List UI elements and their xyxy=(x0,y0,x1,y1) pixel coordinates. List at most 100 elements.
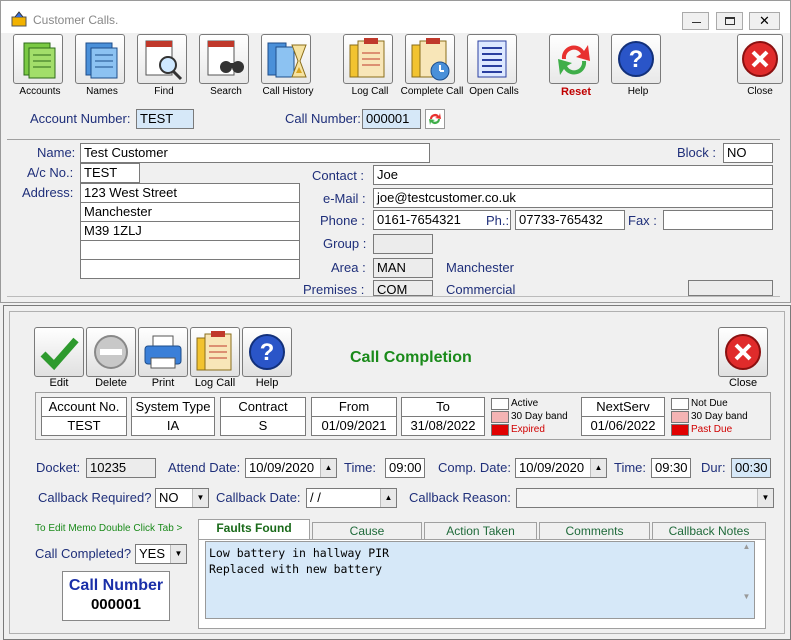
accounts-icon xyxy=(13,34,63,84)
refresh-call-button[interactable] xyxy=(425,109,445,129)
edit-button[interactable] xyxy=(34,327,84,377)
ac-no-field[interactable]: TEST xyxy=(80,163,140,183)
delete-caption: Delete xyxy=(95,377,127,389)
chevron-down-icon[interactable]: ▼ xyxy=(170,545,186,563)
tab-cause[interactable]: Cause xyxy=(312,522,422,540)
block-field[interactable]: NO xyxy=(723,143,773,163)
fax-field[interactable] xyxy=(663,210,773,230)
call-completed-value: YES xyxy=(139,546,166,561)
log-call-button[interactable] xyxy=(190,327,240,377)
call-number-field[interactable]: 000001 xyxy=(362,109,421,129)
docket-field[interactable]: 10235 xyxy=(86,458,156,478)
system-type-header: System Type xyxy=(131,397,215,417)
title-bar: Customer Calls. ✕ xyxy=(1,1,790,33)
group-field[interactable] xyxy=(373,234,433,254)
to-header: To xyxy=(401,397,485,417)
toolbar-label: Reset xyxy=(561,86,591,98)
premises-extra-field[interactable] xyxy=(688,280,773,296)
comp-time-field[interactable]: 09:30 xyxy=(651,458,691,478)
legend-active: Active xyxy=(511,398,539,409)
open-calls-icon xyxy=(467,34,517,84)
premises-name: Commercial xyxy=(446,282,516,297)
toolbar-find-button[interactable]: Find xyxy=(131,34,197,98)
app-icon xyxy=(11,11,27,27)
premises-code-field[interactable]: COM xyxy=(373,280,433,296)
docket-label: Docket: xyxy=(36,460,81,475)
from-header: From xyxy=(311,397,397,417)
close-icon xyxy=(737,34,783,84)
fax-label: Fax : xyxy=(628,213,657,228)
address-line-1[interactable]: 123 West Street xyxy=(80,183,300,203)
block-label: Block : xyxy=(677,145,717,160)
comp-date-field[interactable]: 10/09/2020 ▲ xyxy=(515,458,607,478)
dur-field[interactable]: 00:30 xyxy=(731,458,771,478)
nextserv-legend: Not Due 30 Day band Past Due xyxy=(669,397,759,437)
callback-reason-select[interactable]: ▼ xyxy=(516,488,774,508)
toolbar-label: Call History xyxy=(262,86,314,97)
memo-textarea[interactable]: Low battery in hallway PIR Replaced with… xyxy=(205,541,755,619)
spinner-icon[interactable]: ▲ xyxy=(590,459,606,477)
address-line-3[interactable]: M39 1ZLJ xyxy=(80,221,300,241)
names-icon xyxy=(75,34,125,84)
address-line-2[interactable]: Manchester xyxy=(80,202,300,222)
toolbar-log-call-button[interactable]: Log Call xyxy=(337,34,403,98)
spinner-icon[interactable]: ▲ xyxy=(380,489,396,507)
memo-scrollbar[interactable]: ▲ ▼ xyxy=(739,542,754,618)
toolbar-label: Find xyxy=(154,86,174,97)
tab-callback-notes[interactable]: Callback Notes xyxy=(652,522,766,540)
tab-faults-found[interactable]: Faults Found xyxy=(198,519,310,540)
address-line-5[interactable] xyxy=(80,259,300,279)
toolbar-help-button[interactable]: ? Help xyxy=(605,34,671,98)
restore-button[interactable] xyxy=(716,12,743,30)
attend-date-field[interactable]: 10/09/2020 ▲ xyxy=(245,458,337,478)
address-line-4[interactable] xyxy=(80,240,300,260)
tab-comments[interactable]: Comments xyxy=(539,522,650,540)
delete-button[interactable] xyxy=(86,327,136,377)
reset-icon xyxy=(549,34,599,84)
time-label: Time: xyxy=(344,460,377,475)
contact-field[interactable]: Joe xyxy=(373,165,773,185)
spinner-icon[interactable]: ▲ xyxy=(320,459,336,477)
area-code-field[interactable]: MAN xyxy=(373,258,433,278)
toolbar-close-button[interactable]: Close xyxy=(725,34,791,98)
call-history-icon xyxy=(261,34,311,84)
call-completed-select[interactable]: YES ▼ xyxy=(135,544,187,564)
attend-date-value: 10/09/2020 xyxy=(249,460,315,475)
toolbar-reset-button[interactable]: Reset xyxy=(543,34,609,98)
svg-text:?: ? xyxy=(260,339,275,366)
toolbar-label: Accounts xyxy=(19,86,61,97)
minimize-button[interactable] xyxy=(682,12,709,30)
ac-no-label: A/c No.: xyxy=(27,165,74,180)
toolbar-complete-call-button[interactable]: Complete Call xyxy=(399,34,465,98)
account-no-header: Account No. xyxy=(41,397,127,417)
toolbar-search-button[interactable]: Search xyxy=(193,34,259,98)
attend-time-field[interactable]: 09:00 xyxy=(385,458,425,478)
toolbar-call-history-button[interactable]: Call History xyxy=(255,34,321,98)
chevron-down-icon[interactable]: ▼ xyxy=(757,489,773,507)
chevron-down-icon[interactable]: ▼ xyxy=(192,489,208,507)
ph-field[interactable]: 07733-765432 xyxy=(515,210,625,230)
toolbar-names-button[interactable]: Names xyxy=(69,34,135,98)
callback-date-value: / / xyxy=(310,490,321,505)
from-value: 01/09/2021 xyxy=(311,416,397,436)
callback-required-select[interactable]: NO ▼ xyxy=(155,488,209,508)
memo-hint: To Edit Memo Double Click Tab > xyxy=(35,523,183,534)
name-field[interactable]: Test Customer xyxy=(80,143,430,163)
email-field[interactable]: joe@testcustomer.co.uk xyxy=(373,188,773,208)
call-number-value: 000001 xyxy=(90,596,142,613)
toolbar-open-calls-button[interactable]: Open Calls xyxy=(461,34,527,98)
print-button[interactable] xyxy=(138,327,188,377)
toolbar-accounts-button[interactable]: Accounts xyxy=(7,34,73,98)
group-label: Group : xyxy=(323,236,367,251)
separator xyxy=(7,139,780,140)
account-no-value: TEST xyxy=(41,416,127,436)
close-window-button[interactable]: ✕ xyxy=(749,12,780,30)
edit-caption: Edit xyxy=(49,377,69,389)
help-button[interactable]: ? xyxy=(242,327,292,377)
tab-action-taken[interactable]: Action Taken xyxy=(424,522,537,540)
system-type-value: IA xyxy=(131,416,215,436)
callback-date-field[interactable]: / / ▲ xyxy=(306,488,397,508)
window-title: Customer Calls. xyxy=(33,13,119,27)
close-button[interactable] xyxy=(718,327,768,377)
account-number-field[interactable]: TEST xyxy=(136,109,194,129)
